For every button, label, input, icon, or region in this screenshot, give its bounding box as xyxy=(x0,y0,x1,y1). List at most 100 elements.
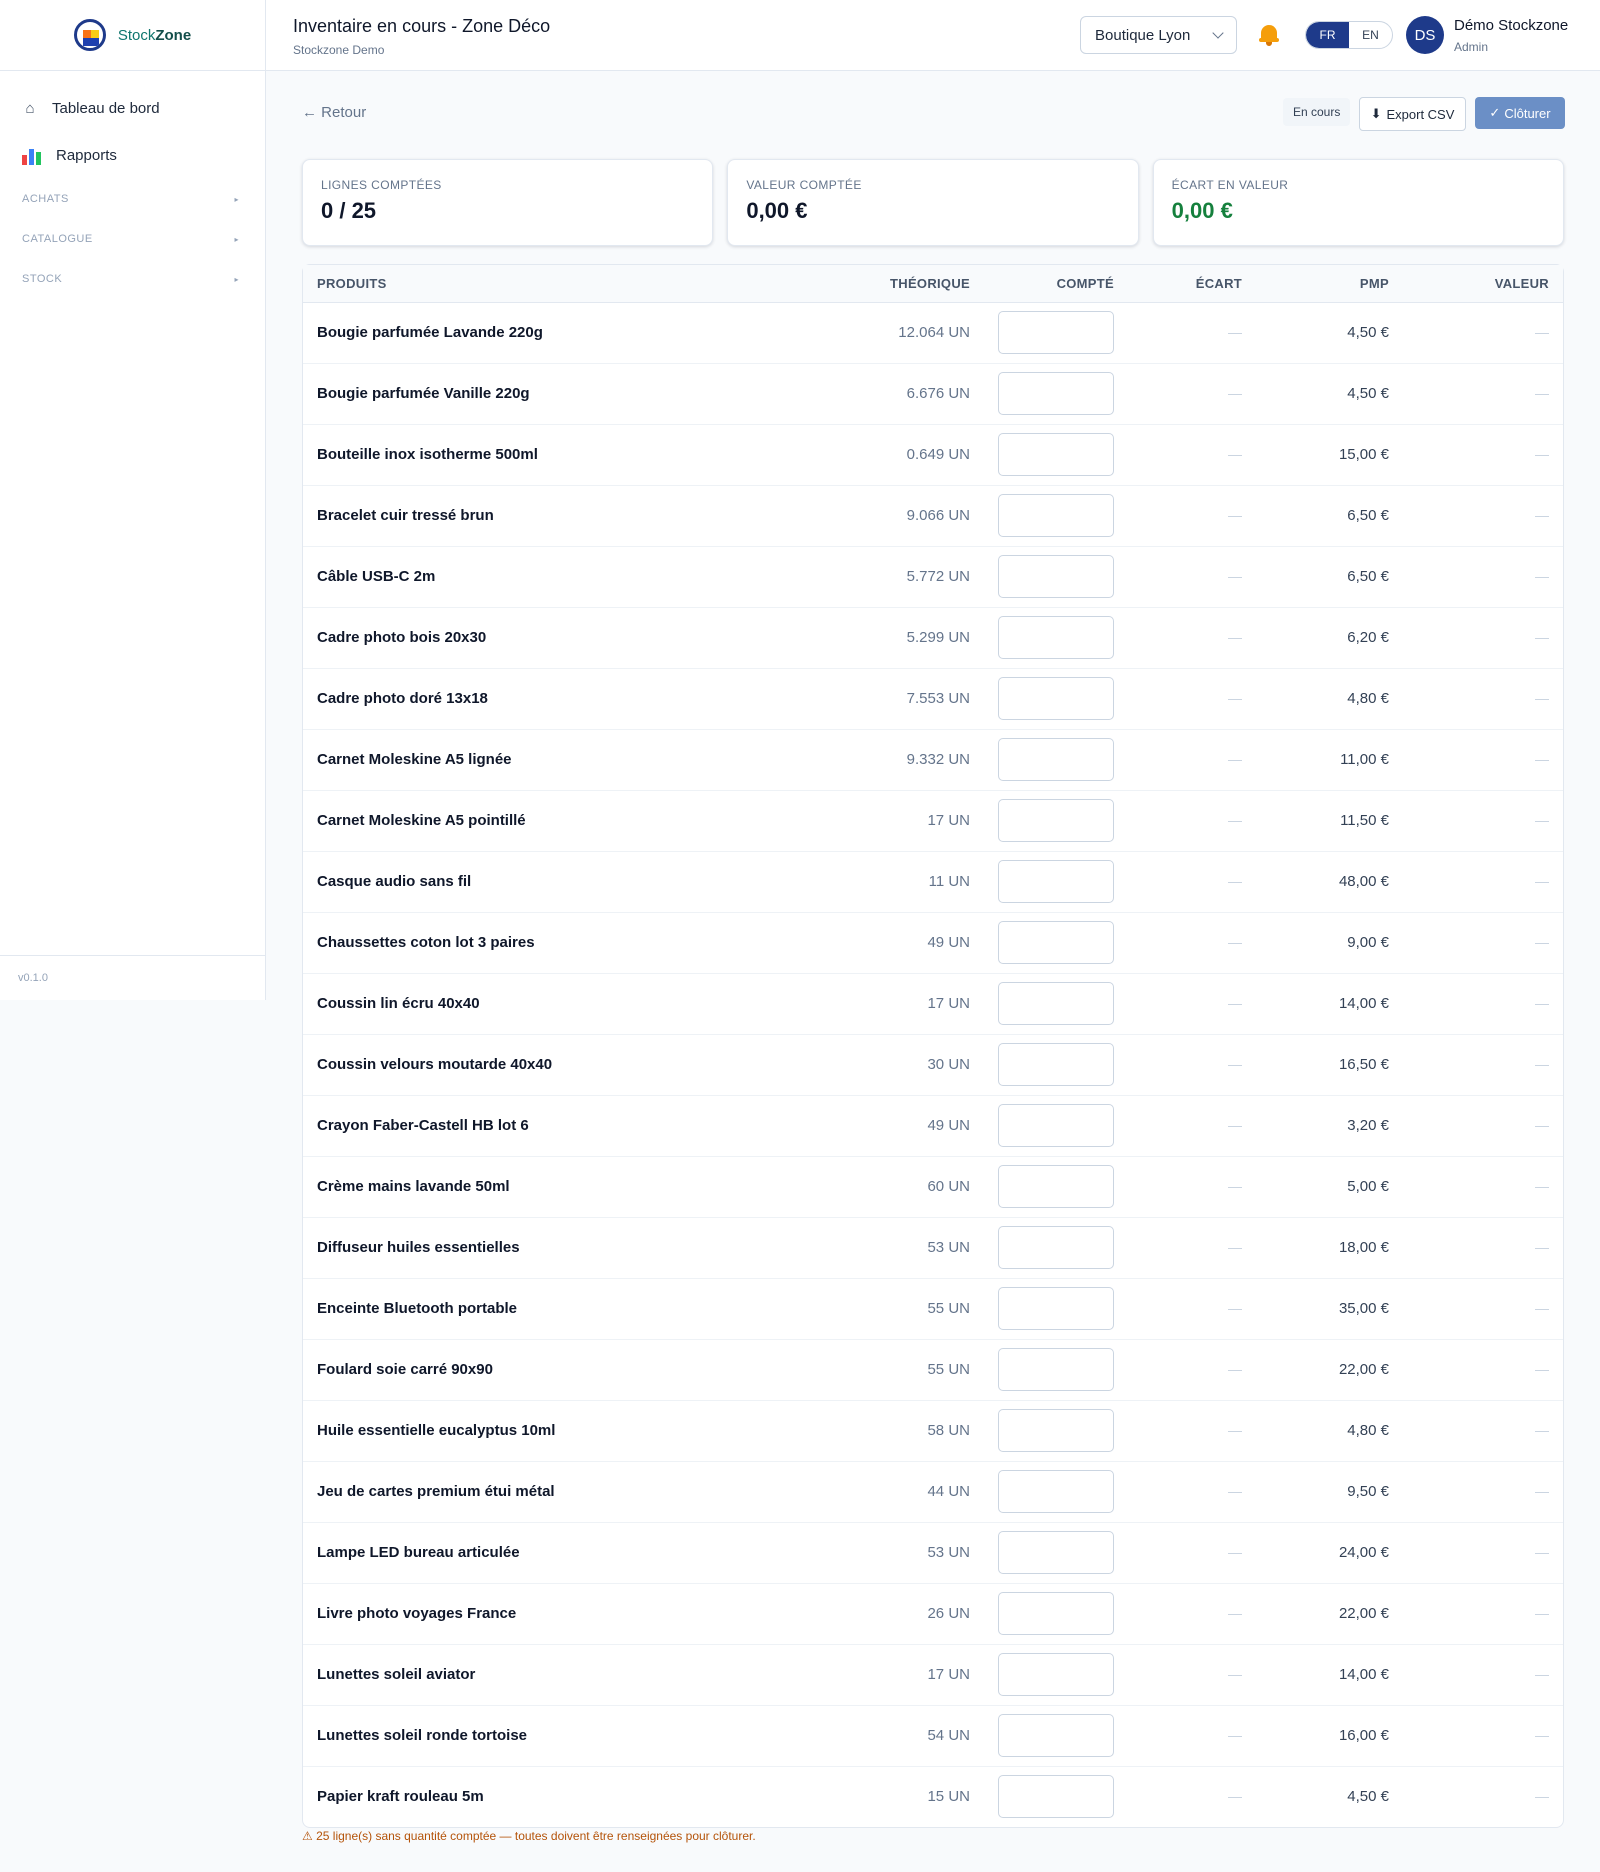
empty-dash xyxy=(1228,1430,1242,1432)
sidebar-item-label: Rapports xyxy=(56,147,117,164)
counted-cell xyxy=(984,546,1128,608)
counted-quantity-input[interactable] xyxy=(998,860,1114,903)
sidebar-item-reports[interactable]: Rapports xyxy=(0,132,265,179)
empty-dash xyxy=(1228,759,1242,761)
pmp-value: 22,00 € xyxy=(1256,1583,1403,1645)
empty-dash xyxy=(1535,759,1549,761)
user-role: Admin xyxy=(1454,40,1489,54)
empty-dash xyxy=(1228,1186,1242,1188)
pmp-value: 6,50 € xyxy=(1256,546,1403,608)
counted-quantity-input[interactable] xyxy=(998,1409,1114,1452)
empty-dash xyxy=(1228,332,1242,334)
gap-cell xyxy=(1128,546,1256,608)
value-cell xyxy=(1403,790,1563,852)
gap-cell xyxy=(1128,1217,1256,1279)
empty-dash xyxy=(1535,1613,1549,1615)
value-cell xyxy=(1403,1705,1563,1767)
counted-cell xyxy=(984,790,1128,852)
top-header: Inventaire en cours - Zone Déco Stockzon… xyxy=(266,0,1600,71)
counted-quantity-input[interactable] xyxy=(998,921,1114,964)
counted-quantity-input[interactable] xyxy=(998,1714,1114,1757)
empty-dash xyxy=(1535,1064,1549,1066)
table-row: Enceinte Bluetooth portable 55 UN 35,00 € xyxy=(303,1278,1563,1340)
logo[interactable]: StockZone xyxy=(0,0,265,71)
product-name: Carnet Moleskine A5 lignée xyxy=(303,729,844,791)
table-row: Bouteille inox isotherme 500ml 0.649 UN 15… xyxy=(303,424,1563,486)
section-label: ACHATS xyxy=(22,193,69,205)
download-icon: ⬇ xyxy=(1370,106,1382,121)
counted-quantity-input[interactable] xyxy=(998,1653,1114,1696)
counted-quantity-input[interactable] xyxy=(998,555,1114,598)
counted-quantity-input[interactable] xyxy=(998,311,1114,354)
counted-quantity-input[interactable] xyxy=(998,1104,1114,1147)
counted-quantity-input[interactable] xyxy=(998,1531,1114,1574)
table-row: Crème mains lavande 50ml 60 UN 5,00 € xyxy=(303,1156,1563,1218)
column-header-gap[interactable]: ÉCART xyxy=(1128,265,1256,303)
export-csv-button[interactable]: ⬇ Export CSV xyxy=(1359,97,1466,131)
table-row: Câble USB-C 2m 5.772 UN 6,50 € xyxy=(303,546,1563,608)
counted-quantity-input[interactable] xyxy=(998,433,1114,476)
counted-quantity-input[interactable] xyxy=(998,372,1114,415)
value-cell xyxy=(1403,1278,1563,1340)
counted-cell xyxy=(984,1400,1128,1462)
sidebar-section-catalogue[interactable]: CATALOGUE ▸ xyxy=(0,219,265,259)
counted-quantity-input[interactable] xyxy=(998,1165,1114,1208)
chevron-down-icon xyxy=(1212,27,1224,39)
close-inventory-button[interactable]: ✓ Clôturer xyxy=(1475,97,1565,129)
counted-quantity-input[interactable] xyxy=(998,1043,1114,1086)
counted-quantity-input[interactable] xyxy=(998,1470,1114,1513)
table-row: Papier kraft rouleau 5m 15 UN 4,50 € xyxy=(303,1766,1563,1827)
sidebar-section-achats[interactable]: ACHATS ▸ xyxy=(0,179,265,219)
sidebar-item-dashboard[interactable]: ⌂ Tableau de bord xyxy=(0,85,265,132)
empty-dash xyxy=(1228,698,1242,700)
counted-quantity-input[interactable] xyxy=(998,1775,1114,1819)
counted-cell xyxy=(984,1583,1128,1645)
column-header-pmp[interactable]: PMP xyxy=(1256,265,1403,303)
counted-quantity-input[interactable] xyxy=(998,799,1114,842)
table-row: Diffuseur huiles essentielles 53 UN 18,00 … xyxy=(303,1217,1563,1279)
notification-bell-icon[interactable] xyxy=(1258,23,1280,47)
counted-quantity-input[interactable] xyxy=(998,1287,1114,1330)
counted-quantity-input[interactable] xyxy=(998,1226,1114,1269)
counted-cell xyxy=(984,1095,1128,1157)
stat-card-value-gap: Écart en valeur 0,00 € xyxy=(1152,159,1564,246)
logo-text: StockZone xyxy=(117,26,192,44)
lang-en-button[interactable]: EN xyxy=(1349,22,1392,48)
page-subtitle: Stockzone Demo xyxy=(293,43,385,57)
empty-dash xyxy=(1228,1125,1242,1127)
user-name[interactable]: Démo Stockzone xyxy=(1454,17,1568,34)
counted-quantity-input[interactable] xyxy=(998,494,1114,537)
counted-quantity-input[interactable] xyxy=(998,1348,1114,1391)
avatar[interactable]: DS xyxy=(1406,16,1444,54)
store-select[interactable]: Boutique Lyon xyxy=(1080,16,1237,54)
counted-quantity-input[interactable] xyxy=(998,616,1114,659)
lang-fr-button[interactable]: FR xyxy=(1306,22,1349,48)
counted-cell xyxy=(984,1339,1128,1401)
column-header-counted[interactable]: COMPTÉ xyxy=(984,265,1128,303)
column-header-product[interactable]: PRODUITS xyxy=(303,265,844,303)
product-name: Cadre photo bois 20x30 xyxy=(303,607,844,669)
counted-cell xyxy=(984,1766,1128,1827)
empty-dash xyxy=(1228,1369,1242,1371)
status-badge: En cours xyxy=(1283,98,1351,126)
empty-dash xyxy=(1228,1796,1242,1798)
empty-dash xyxy=(1535,1735,1549,1737)
pmp-value: 4,80 € xyxy=(1256,1400,1403,1462)
counted-cell xyxy=(984,1644,1128,1706)
sidebar-section-stock[interactable]: STOCK ▸ xyxy=(0,259,265,299)
counted-quantity-input[interactable] xyxy=(998,738,1114,781)
empty-dash xyxy=(1535,454,1549,456)
back-link[interactable]: ← Retour xyxy=(302,104,366,121)
value-cell xyxy=(1403,1400,1563,1462)
counted-quantity-input[interactable] xyxy=(998,677,1114,720)
counted-quantity-input[interactable] xyxy=(998,982,1114,1025)
gap-cell xyxy=(1128,1095,1256,1157)
bar-chart-icon xyxy=(22,147,42,165)
gap-cell xyxy=(1128,302,1256,364)
column-header-value[interactable]: VALEUR xyxy=(1403,265,1563,303)
gap-cell xyxy=(1128,668,1256,730)
counted-quantity-input[interactable] xyxy=(998,1592,1114,1635)
column-header-theoretical[interactable]: THÉORIQUE xyxy=(844,265,984,303)
gap-cell xyxy=(1128,607,1256,669)
empty-dash xyxy=(1535,942,1549,944)
